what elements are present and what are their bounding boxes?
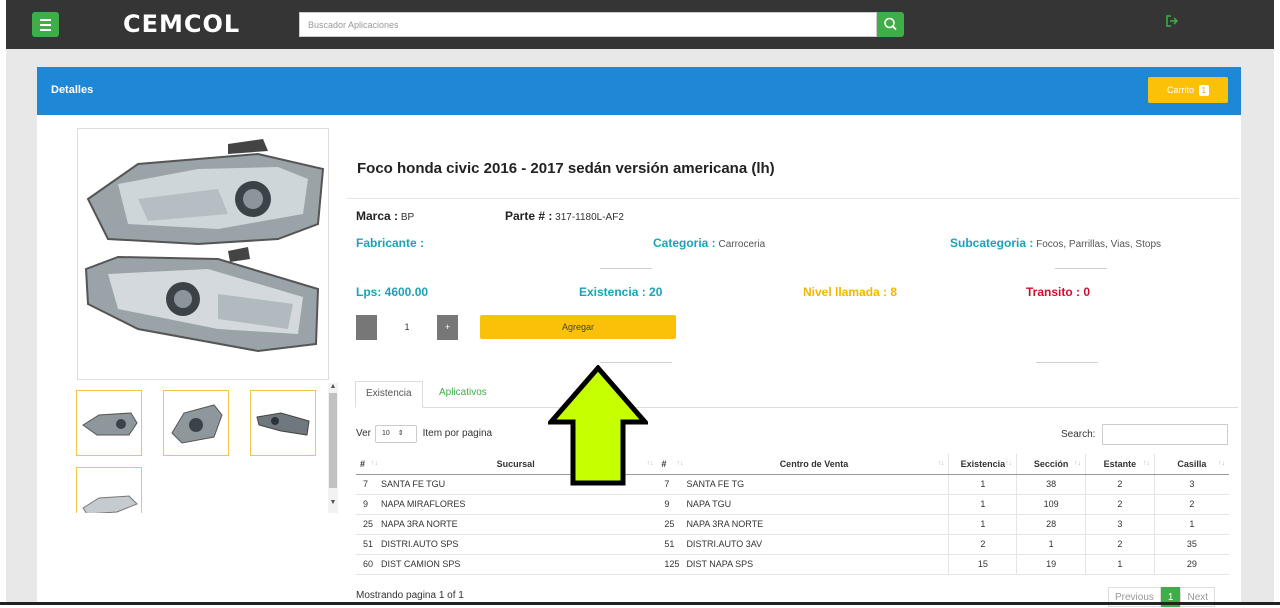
categoria-value: Carroceria: [718, 239, 766, 250]
existencia-label: Existencia : 20: [579, 285, 663, 299]
logout-button[interactable]: [1165, 14, 1179, 33]
add-to-cart-button[interactable]: Agregar: [480, 315, 676, 339]
ver-label: Ver: [356, 428, 372, 439]
parte-field: Parte # : 317-1180L-AF2: [505, 209, 624, 223]
col-header-seccion[interactable]: Sección ↑↓: [1016, 454, 1086, 475]
divider: [347, 198, 1239, 199]
tab-aplicativos[interactable]: Aplicativos: [429, 381, 497, 408]
thumbnail-3[interactable]: [250, 390, 316, 456]
decrease-qty-button[interactable]: -: [356, 315, 377, 340]
cart-button[interactable]: Carrito 1: [1148, 77, 1228, 103]
col-header-estante[interactable]: Estante ↑↓: [1085, 454, 1155, 475]
headlight-thumbnail-icon: [82, 495, 138, 513]
app-logo: CEMCOL: [123, 10, 241, 38]
marca-value: BP: [400, 212, 415, 223]
logout-icon: [1166, 15, 1179, 27]
divider: [600, 268, 652, 269]
marca-field: Marca : BP: [356, 209, 414, 223]
card-title: Detalles: [51, 84, 94, 96]
search-button[interactable]: [877, 12, 904, 37]
headlight-thumbnail-icon: [171, 404, 223, 444]
table-row: 60 DIST CAMION SPS 125 DIST NAPA SPS 15 19 …: [356, 554, 1229, 575]
thumbnail-strip: [66, 383, 328, 513]
card-header: Detalles Carrito 1: [37, 67, 1241, 115]
table-search-label: Search:: [1061, 429, 1096, 440]
increase-qty-button[interactable]: +: [437, 315, 458, 340]
divider: [1055, 268, 1107, 269]
marca-label: Marca :: [356, 209, 399, 223]
thumbnail-4[interactable]: [76, 467, 142, 513]
divider: [600, 362, 672, 363]
price-label: Lps: 4600.00: [356, 285, 429, 299]
up-arrow-annotation-icon: [548, 365, 648, 486]
categoria-label: Categoria :: [653, 236, 716, 250]
nivel-llamada-label: Nivel llamada : 8: [803, 285, 898, 299]
transito-label: Transito : 0: [1026, 285, 1091, 299]
col-header-num[interactable]: # ↑↓: [657, 454, 683, 475]
headlight-image: [84, 139, 325, 353]
subcategoria-field: Subcategoria : Focos, Parrillas, Vias, S…: [950, 236, 1161, 250]
scrollbar-thumb[interactable]: [329, 393, 337, 488]
parte-value: 317-1180L-AF2: [555, 212, 624, 223]
table-header-row: # ↑↓ Sucursal ↑↓ # ↑↓ Centro de Venta ↑↓ Exi…: [356, 454, 1229, 475]
tab-existencia[interactable]: Existencia: [355, 381, 423, 408]
top-bar: CEMCOL Buscador Aplicaciones: [6, 0, 1274, 49]
hamburger-menu-button[interactable]: [32, 12, 59, 37]
search-icon: [884, 17, 897, 31]
table-row: 51 DISTRI.AUTO SPS 51 DISTRI.AUTO 3AV 21 2…: [356, 534, 1229, 555]
categoria-field: Categoria : Carroceria: [653, 236, 765, 250]
product-main-image[interactable]: [77, 128, 329, 380]
thumbnail-scrollbar[interactable]: ▲ ▼: [328, 383, 338, 513]
scroll-up-icon[interactable]: ▲: [328, 383, 338, 390]
thumbnail-1[interactable]: [76, 390, 142, 456]
table-row: 7 SANTA FE TGU 7 SANTA FE TG 1 38 23: [356, 474, 1229, 495]
divider: [1036, 362, 1098, 363]
col-header-casilla[interactable]: Casilla ↑↓: [1153, 454, 1229, 475]
thumbnail-2[interactable]: [163, 390, 229, 456]
table-search-input[interactable]: [1102, 424, 1228, 445]
fabricante-field: Fabricante :: [356, 236, 424, 250]
table-row: 9 NAPA MIRAFLORES 9 NAPA TGU 1 109 22: [356, 494, 1229, 515]
tab-bar: Existencia Aplicativos: [355, 381, 1238, 408]
page-size-select[interactable]: 10 ⇕: [375, 425, 417, 443]
search-input[interactable]: Buscador Aplicaciones: [299, 12, 877, 37]
headlight-thumbnail-icon: [256, 412, 310, 436]
col-header-num[interactable]: # ↑↓: [356, 454, 378, 475]
table-row: 25 NAPA 3RA NORTE 25 NAPA 3RA NORTE 1 28 31: [356, 514, 1229, 535]
parte-label: Parte # :: [505, 209, 553, 223]
page-size-value: 10: [382, 430, 390, 437]
pagination-info: Mostrando pagina 1 of 1: [356, 590, 464, 601]
scroll-down-icon[interactable]: ▼: [328, 499, 338, 506]
existencia-table: # ↑↓ Sucursal ↑↓ # ↑↓ Centro de Venta ↑↓ Exi…: [356, 454, 1229, 575]
item-por-pagina-label: Item por pagina: [422, 428, 493, 439]
headlight-thumbnail-icon: [82, 412, 138, 436]
cart-count-badge: 1: [1198, 85, 1209, 96]
subcategoria-value: Focos, Parrillas, Vias, Stops: [1036, 239, 1162, 250]
product-title: Foco honda civic 2016 - 2017 sedán versi…: [357, 160, 775, 177]
quantity-input[interactable]: 1: [377, 315, 437, 340]
select-arrows-icon: ⇕: [397, 430, 404, 437]
cart-label: Carrito: [1167, 85, 1195, 95]
subcategoria-label: Subcategoria :: [950, 236, 1034, 250]
fabricante-label: Fabricante :: [356, 236, 425, 250]
col-header-existencia[interactable]: Existencia ↑↓: [948, 454, 1017, 475]
col-header-centro-de-venta[interactable]: Centro de Venta ↑↓: [679, 454, 949, 475]
